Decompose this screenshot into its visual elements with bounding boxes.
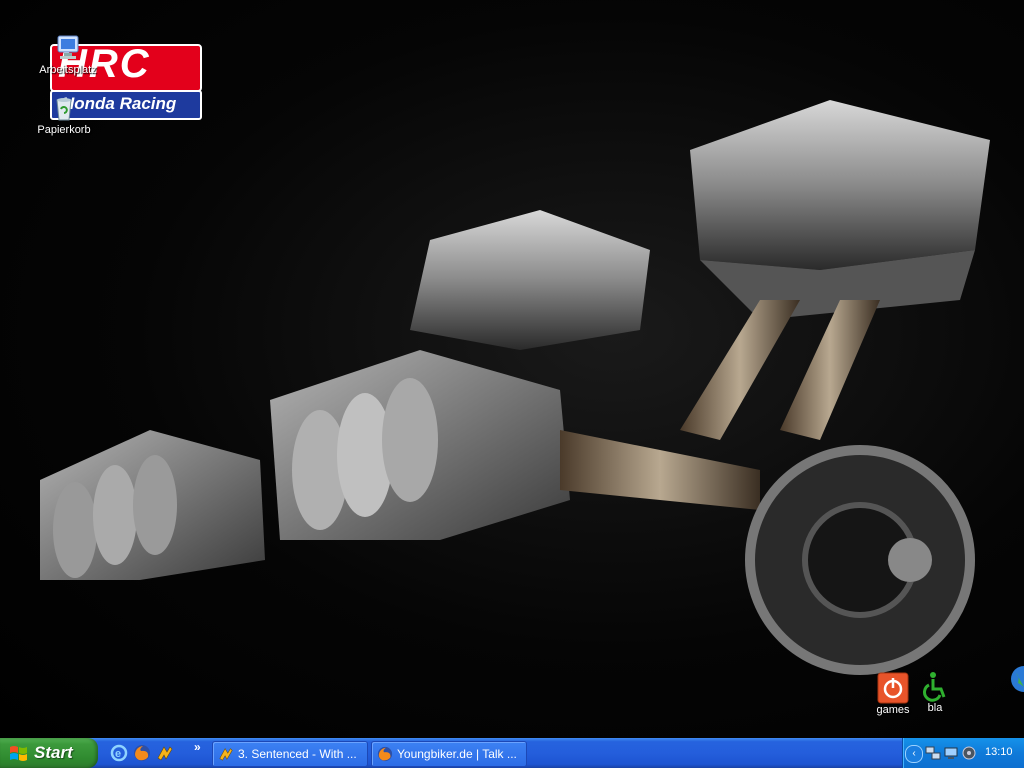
svg-text:e: e	[115, 748, 121, 760]
desktop-icon-arbeitsplatz[interactable]: Arbeitsplatz	[28, 32, 108, 76]
task-button-label: Youngbiker.de | Talk ...	[397, 747, 517, 761]
desktop-icon-label: Papierkorb	[37, 124, 91, 136]
desktop-icon-bla[interactable]: bla	[895, 670, 975, 714]
winamp-icon[interactable]	[156, 744, 174, 762]
clock[interactable]: 13:10	[985, 746, 1013, 758]
globe-icon[interactable]	[1010, 665, 1024, 693]
desktop-icon-label: Arbeitsplatz	[39, 64, 97, 76]
desktop: HRC Honda Racing Arbeitsplatz Papierkorb…	[0, 0, 1024, 738]
task-button-winamp[interactable]: 3. Sentenced - With ...	[212, 741, 368, 767]
start-button[interactable]: Start	[0, 738, 98, 768]
firefox-icon	[377, 746, 393, 762]
system-tray: ‹ 13:10	[902, 738, 1024, 768]
taskbar: Start e » 3. Sentenced - With ... Youngb…	[0, 738, 1024, 768]
start-label: Start	[34, 743, 73, 762]
internet-explorer-icon[interactable]: e	[110, 744, 128, 762]
my-computer-icon	[57, 35, 79, 59]
recycle-bin-icon	[56, 98, 72, 121]
desktop-icon-papierkorb[interactable]: Papierkorb	[24, 92, 104, 136]
network-connection-icon[interactable]	[943, 745, 959, 761]
accessibility-icon	[923, 672, 946, 702]
task-button-label: 3. Sentenced - With ...	[238, 747, 357, 761]
quick-launch-overflow[interactable]: »	[194, 740, 201, 754]
windows-logo-icon	[10, 746, 27, 761]
volume-icon[interactable]	[961, 745, 977, 761]
desktop-icon-label: bla	[927, 702, 943, 714]
winamp-icon	[219, 748, 233, 761]
task-button-firefox[interactable]: Youngbiker.de | Talk ...	[371, 741, 527, 767]
tray-collapse-button[interactable]: ‹	[905, 745, 923, 763]
firefox-icon[interactable]	[133, 744, 151, 762]
network-icon[interactable]	[925, 745, 941, 761]
